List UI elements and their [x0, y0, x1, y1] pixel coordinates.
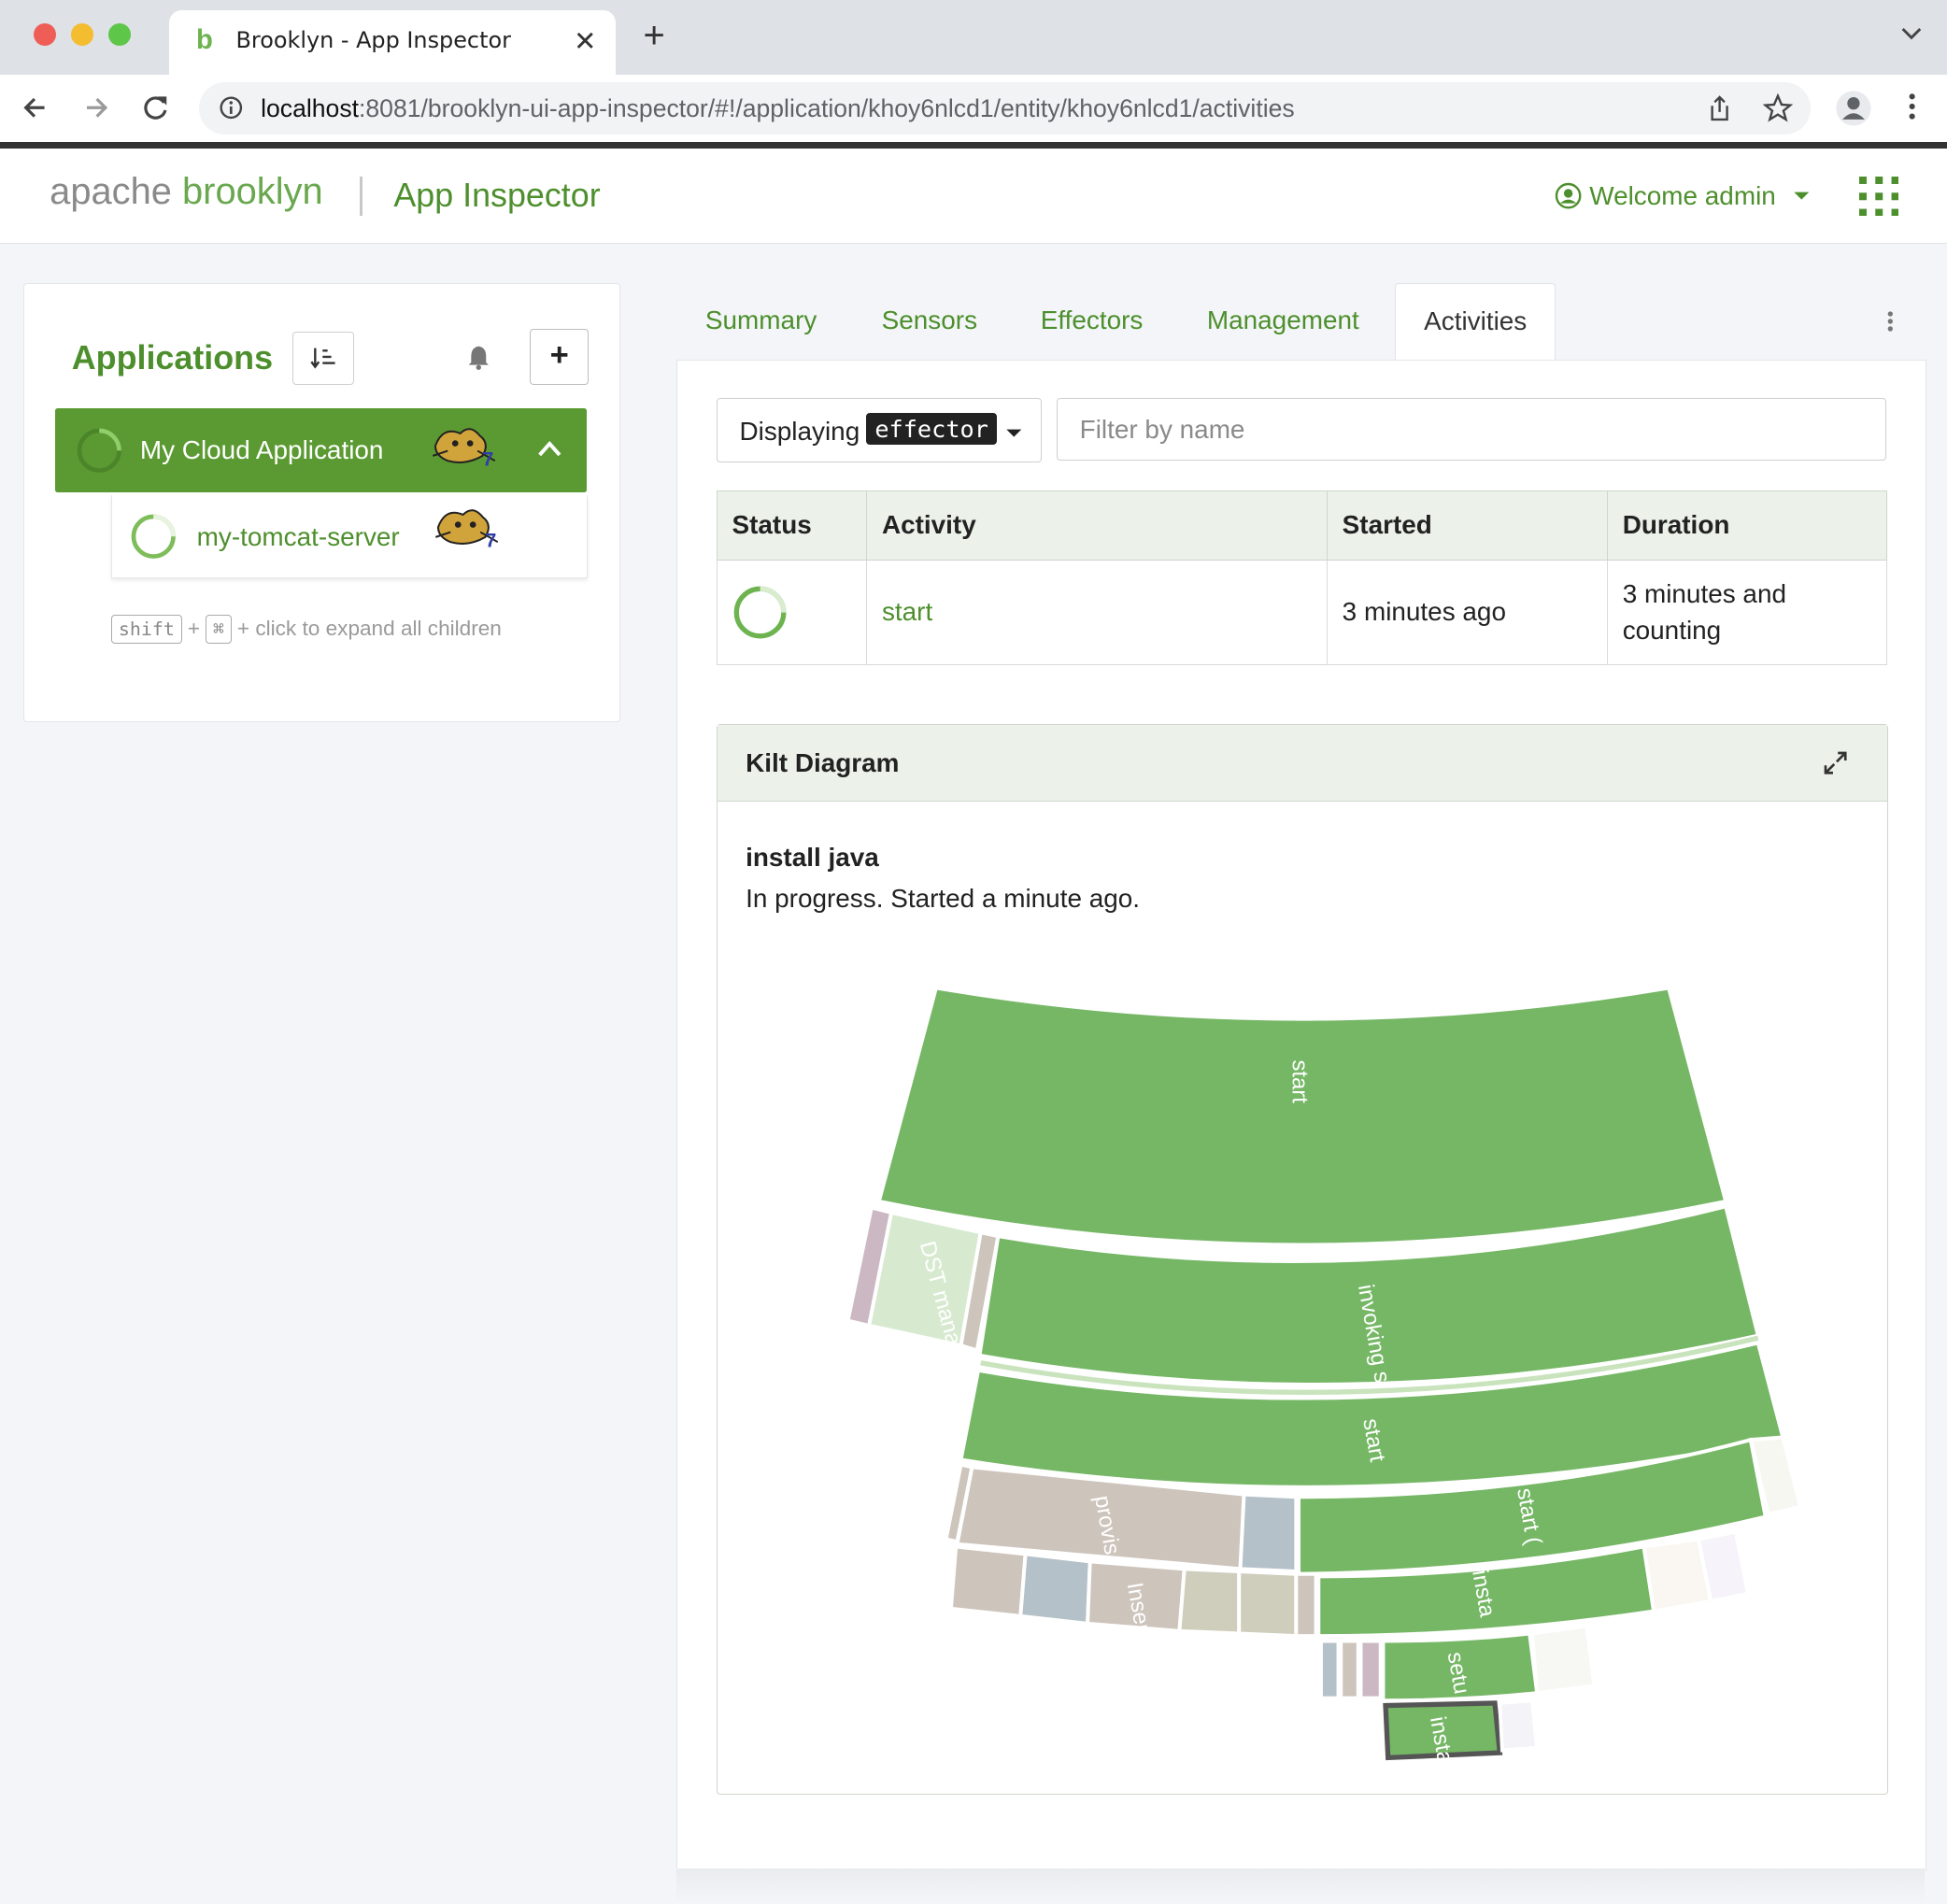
tab-effectors[interactable]: Effectors — [1041, 305, 1144, 335]
activities-table: Status Activity Started Duration start 3… — [716, 490, 1887, 666]
back-arrow-icon[interactable] — [20, 92, 52, 124]
profile-icon[interactable] — [1835, 90, 1872, 127]
column-header-status[interactable]: Status — [716, 490, 867, 561]
sort-button[interactable] — [292, 331, 355, 386]
minimize-window-button[interactable] — [70, 23, 93, 47]
kilt-segment-lower-4[interactable] — [1176, 1567, 1241, 1636]
kilt-segment-faint-5[interactable] — [1497, 1698, 1539, 1753]
add-application-button[interactable]: + — [530, 328, 590, 386]
app-header: apache brooklyn App Inspector Welcome ad… — [0, 149, 1947, 245]
tomcat-logo-icon: 7 — [434, 509, 498, 550]
app-grid-icon[interactable] — [1858, 176, 1899, 217]
tomcat-logo-icon: 7 — [433, 427, 496, 468]
kilt-segment-sliver-4[interactable] — [1318, 1639, 1341, 1700]
kilt-segment-lower-5[interactable] — [1236, 1569, 1298, 1639]
apache-brooklyn-logo[interactable]: apache brooklyn — [50, 171, 323, 213]
kilt-segment-lower-6[interactable] — [1293, 1571, 1318, 1639]
collapse-chevron-icon[interactable] — [537, 440, 562, 458]
kilt-segment-faint-4[interactable] — [1529, 1624, 1597, 1696]
tree-item-my-cloud-application[interactable]: My Cloud Application 7 — [55, 407, 588, 493]
display-filter-value: effector — [866, 412, 998, 446]
command-key: ⌘ — [206, 614, 232, 644]
kilt-diagram-header: Kilt Diagram — [717, 724, 1887, 802]
column-header-started[interactable]: Started — [1326, 490, 1608, 561]
caret-down-icon — [1794, 192, 1810, 200]
kilt-segment-sliver-6[interactable] — [1358, 1639, 1383, 1700]
reload-icon[interactable] — [139, 92, 172, 124]
user-menu[interactable]: Welcome admin — [1555, 181, 1811, 211]
caret-down-icon — [1006, 429, 1022, 437]
applications-title: Applications — [71, 338, 274, 377]
kilt-diagram-panel: Kilt Diagram install java In progress. S… — [716, 723, 1888, 1795]
url-text[interactable]: localhost:8081/brooklyn-ui-app-inspector… — [261, 94, 1295, 123]
kilt-label-start: start — [1286, 1059, 1312, 1103]
kilt-diagram-title: Kilt Diagram — [746, 747, 900, 777]
shift-key: shift — [111, 614, 182, 644]
svg-text:7: 7 — [483, 448, 494, 468]
more-options-icon[interactable] — [1885, 310, 1896, 335]
sort-order-icon — [309, 348, 335, 369]
tab-title: Brooklyn - App Inspector — [235, 27, 511, 54]
tab-list-chevron-icon[interactable] — [1900, 25, 1923, 43]
column-header-duration[interactable]: Duration — [1606, 490, 1887, 561]
app-title[interactable]: App Inspector — [393, 177, 600, 215]
star-icon[interactable] — [1763, 92, 1794, 123]
user-circle-icon — [1555, 182, 1582, 209]
applications-panel: Applications + My Cloud Application 7 my… — [23, 283, 620, 722]
maximize-window-button[interactable] — [107, 23, 131, 47]
browser-tab[interactable]: b Brooklyn - App Inspector ✕ — [168, 9, 617, 75]
column-header-activity[interactable]: Activity — [866, 490, 1328, 561]
close-tab-icon[interactable]: ✕ — [574, 25, 597, 58]
tab-management[interactable]: Management — [1207, 305, 1359, 335]
share-icon[interactable] — [1706, 93, 1733, 123]
info-icon[interactable] — [219, 95, 244, 121]
display-filter-dropdown[interactable]: Displaying effector — [716, 398, 1043, 462]
address-bar[interactable]: localhost:8081/brooklyn-ui-app-inspector… — [198, 81, 1811, 135]
panel-bottom-shadow — [676, 1868, 1926, 1904]
logo-divider — [360, 176, 363, 217]
table-row[interactable]: start 3 minutes ago 3 minutes and counti… — [716, 559, 1887, 666]
duration-cell: 3 minutes and counting — [1606, 559, 1887, 666]
tab-summary[interactable]: Summary — [705, 305, 817, 335]
welcome-label: Welcome admin — [1589, 181, 1776, 211]
brooklyn-favicon-icon: b — [195, 24, 213, 55]
browser-toolbar: localhost:8081/brooklyn-ui-app-inspector… — [0, 74, 1947, 142]
tab-activities[interactable]: Activities — [1394, 283, 1556, 362]
in-progress-spinner-icon — [734, 586, 787, 639]
forward-arrow-icon[interactable] — [79, 92, 112, 124]
tab-sensors[interactable]: Sensors — [882, 305, 977, 335]
started-cell: 3 minutes ago — [1326, 559, 1608, 666]
kilt-segment-blue-1[interactable] — [1238, 1492, 1298, 1574]
kilt-diagram-chart[interactable]: startDST mana invoking sstartprovis start … — [718, 802, 1887, 1783]
kilt-segment-sliver-5[interactable] — [1338, 1639, 1360, 1700]
filter-by-name-input[interactable] — [1056, 398, 1886, 461]
svg-text:7: 7 — [485, 530, 496, 550]
activities-panel: Displaying effector Status Activity Star… — [676, 360, 1927, 1871]
kilt-segment-lower-1[interactable] — [948, 1544, 1028, 1619]
browser-tab-strip: b Brooklyn - App Inspector ✕ + — [0, 0, 1947, 75]
page-top-border — [0, 141, 1947, 149]
tree-item-my-tomcat-server[interactable]: my-tomcat-server 7 — [111, 494, 588, 578]
tree-item-label: my-tomcat-server — [196, 522, 400, 552]
close-window-button[interactable] — [33, 23, 56, 47]
tree-item-label: My Cloud Application — [139, 435, 384, 465]
activity-link[interactable]: start — [866, 559, 1328, 666]
in-progress-spinner-icon — [77, 428, 121, 473]
kilt-segment-start[interactable] — [875, 986, 1728, 1247]
bell-icon[interactable] — [466, 344, 491, 371]
expand-children-hint: shift + ⌘ + click to expand all children — [111, 614, 502, 644]
kilt-segment-lower-2[interactable] — [1017, 1552, 1092, 1627]
expand-icon[interactable] — [1822, 749, 1849, 776]
in-progress-spinner-icon — [131, 514, 176, 559]
status-cell — [716, 559, 867, 666]
new-tab-icon[interactable]: + — [643, 17, 664, 55]
more-vertical-icon[interactable] — [1906, 92, 1918, 124]
